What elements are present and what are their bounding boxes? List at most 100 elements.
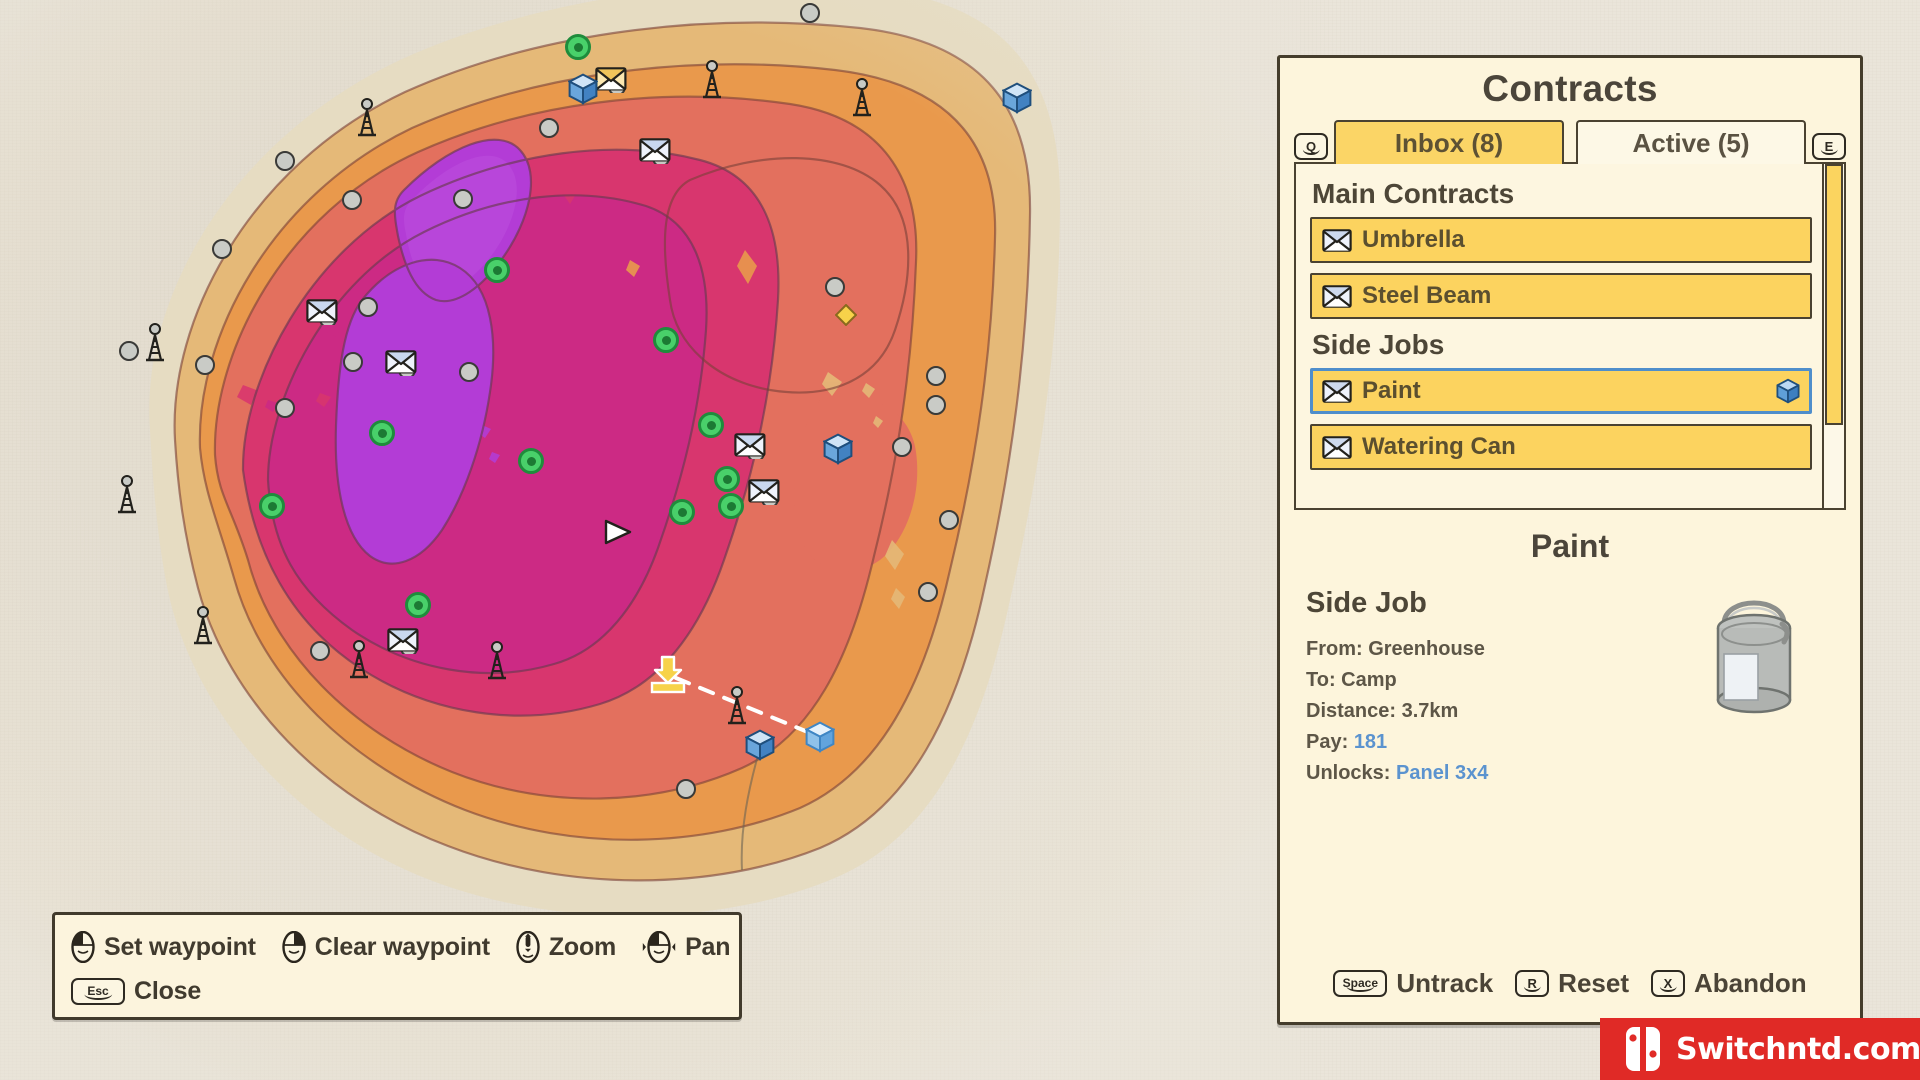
site-watermark: Switchntd.com — [1600, 1018, 1920, 1080]
radio-tower-icon[interactable] — [845, 77, 879, 117]
control-zoom[interactable]: Zoom — [516, 931, 616, 963]
contract-envelope-icon[interactable] — [306, 299, 340, 325]
map-node-marker — [892, 437, 912, 457]
watermark-text: Switchntd.com — [1676, 1031, 1920, 1067]
radio-tower-icon[interactable] — [695, 59, 729, 99]
controls-row-1: Set waypoint Clear waypoint Zoom Pan — [71, 925, 731, 969]
radio-tower-icon[interactable] — [342, 639, 376, 679]
map-controls-legend: Set waypoint Clear waypoint Zoom Pan Esc… — [52, 912, 742, 1020]
detail-pay-value: 181 — [1353, 731, 1388, 753]
contract-row[interactable]: Paint — [1310, 368, 1812, 414]
radio-tower-icon[interactable] — [720, 685, 754, 725]
map-node-marker — [119, 341, 139, 361]
action-label: Untrack — [1396, 967, 1494, 998]
envelope-icon — [1322, 284, 1352, 308]
cargo-crate-map-icon[interactable] — [1002, 82, 1032, 114]
control-pan[interactable]: Pan — [642, 931, 731, 963]
contracts-list-inner: Main Contracts Umbrella Steel Beam Side Job… — [1296, 164, 1822, 508]
radio-tower-icon[interactable] — [480, 640, 514, 680]
tab-inbox[interactable]: Inbox (8) — [1334, 120, 1564, 164]
map-active-node-icon[interactable] — [653, 327, 679, 353]
radio-tower-icon[interactable] — [350, 97, 384, 137]
paint-can-icon — [1694, 582, 1814, 727]
map-active-node-icon[interactable] — [669, 499, 695, 525]
map-node-marker — [918, 582, 938, 602]
contract-row-label: Steel Beam — [1362, 282, 1492, 309]
control-set-waypoint[interactable]: Set waypoint — [71, 931, 256, 963]
map-node-marker — [310, 641, 330, 661]
mouse-left-icon — [71, 931, 95, 963]
radio-tower-icon[interactable] — [138, 322, 172, 362]
map-node-marker — [676, 779, 696, 799]
contract-row[interactable]: Steel Beam — [1310, 273, 1812, 319]
key-esc: Esc — [71, 977, 125, 1005]
map-active-node-icon[interactable] — [518, 448, 544, 474]
radio-tower-icon[interactable] — [186, 605, 220, 645]
map-node-marker — [453, 189, 473, 209]
action-abandon[interactable]: X Abandon — [1651, 968, 1807, 999]
action-untrack[interactable]: Space Untrack — [1333, 968, 1493, 999]
contract-row-label: Umbrella — [1362, 226, 1465, 253]
mouse-right-icon — [282, 931, 306, 963]
contract-envelope-icon[interactable] — [387, 628, 421, 654]
contracts-panel: Contracts Q Inbox (8) Active (5) E Main … — [1277, 55, 1863, 1025]
action-label: Reset — [1558, 967, 1629, 998]
key-x: X — [1651, 969, 1685, 997]
detail-unlocks: Unlocks: Panel 3x4 — [1306, 758, 1834, 789]
detail-unlocks-value: Panel 3x4 — [1396, 762, 1489, 784]
controls-row-2: Esc Close — [71, 969, 723, 1013]
contract-group-heading: Main Contracts — [1312, 178, 1515, 209]
map-active-node-icon[interactable] — [698, 412, 724, 438]
action-reset[interactable]: R Reset — [1515, 968, 1629, 999]
control-clear-waypoint[interactable]: Clear waypoint — [282, 931, 490, 963]
tab-bar: Q Inbox (8) Active (5) E — [1280, 118, 1860, 164]
contract-envelope-icon[interactable] — [385, 350, 419, 376]
control-close[interactable]: Esc Close — [71, 977, 201, 1006]
action-label: Abandon — [1694, 967, 1807, 998]
map-active-node-icon[interactable] — [259, 493, 285, 519]
cargo-crate-map-icon[interactable] — [745, 729, 775, 761]
detail-pay: Pay: 181 — [1306, 727, 1834, 758]
map-node-marker — [926, 366, 946, 386]
cargo-crate-map-icon[interactable] — [568, 73, 598, 105]
contract-envelope-icon[interactable] — [639, 138, 673, 164]
map-node-marker — [275, 151, 295, 171]
map-active-node-icon[interactable] — [565, 34, 591, 60]
contracts-list: Main Contracts Umbrella Steel Beam Side Job… — [1294, 162, 1846, 510]
tab-active[interactable]: Active (5) — [1576, 120, 1806, 164]
nintendo-switch-logo-icon — [1622, 1027, 1664, 1071]
map-active-node-icon[interactable] — [714, 466, 740, 492]
map-active-node-icon[interactable] — [484, 257, 510, 283]
cargo-crate-icon — [1776, 378, 1800, 404]
map-node-marker — [343, 352, 363, 372]
map-node-marker — [342, 190, 362, 210]
map-node-marker — [358, 297, 378, 317]
contract-row[interactable]: Umbrella — [1310, 217, 1812, 263]
radio-tower-icon[interactable] — [110, 474, 144, 514]
objective-diamond-icon[interactable] — [834, 303, 858, 327]
contract-row-label: Paint — [1362, 377, 1421, 404]
contract-envelope-icon[interactable] — [748, 479, 782, 505]
envelope-icon — [1322, 435, 1352, 459]
map-node-marker — [539, 118, 559, 138]
map-active-node-icon[interactable] — [369, 420, 395, 446]
contract-envelope-icon[interactable] — [734, 433, 768, 459]
key-space: Space — [1333, 969, 1388, 997]
list-scrollbar-thumb[interactable] — [1825, 164, 1843, 426]
list-scrollbar[interactable] — [1822, 164, 1844, 508]
map-active-node-icon[interactable] — [405, 592, 431, 618]
contract-row[interactable]: Watering Can — [1310, 424, 1812, 470]
map-node-marker — [459, 362, 479, 382]
mouse-middle-drag-icon — [642, 931, 676, 963]
map-active-node-icon[interactable] — [718, 493, 744, 519]
cargo-crate-map-icon[interactable] — [823, 433, 853, 465]
contract-group-heading: Side Jobs — [1312, 329, 1445, 360]
map-node-marker — [926, 395, 946, 415]
map-node-marker — [212, 239, 232, 259]
waypoint-marker-icon[interactable] — [650, 655, 686, 695]
cargo-crate-target-icon[interactable] — [805, 721, 835, 753]
map-node-marker — [939, 510, 959, 530]
page-title: Contracts — [1482, 68, 1658, 109]
control-label: Set waypoint — [104, 932, 256, 961]
contract-envelope-priority-icon[interactable] — [595, 67, 629, 93]
